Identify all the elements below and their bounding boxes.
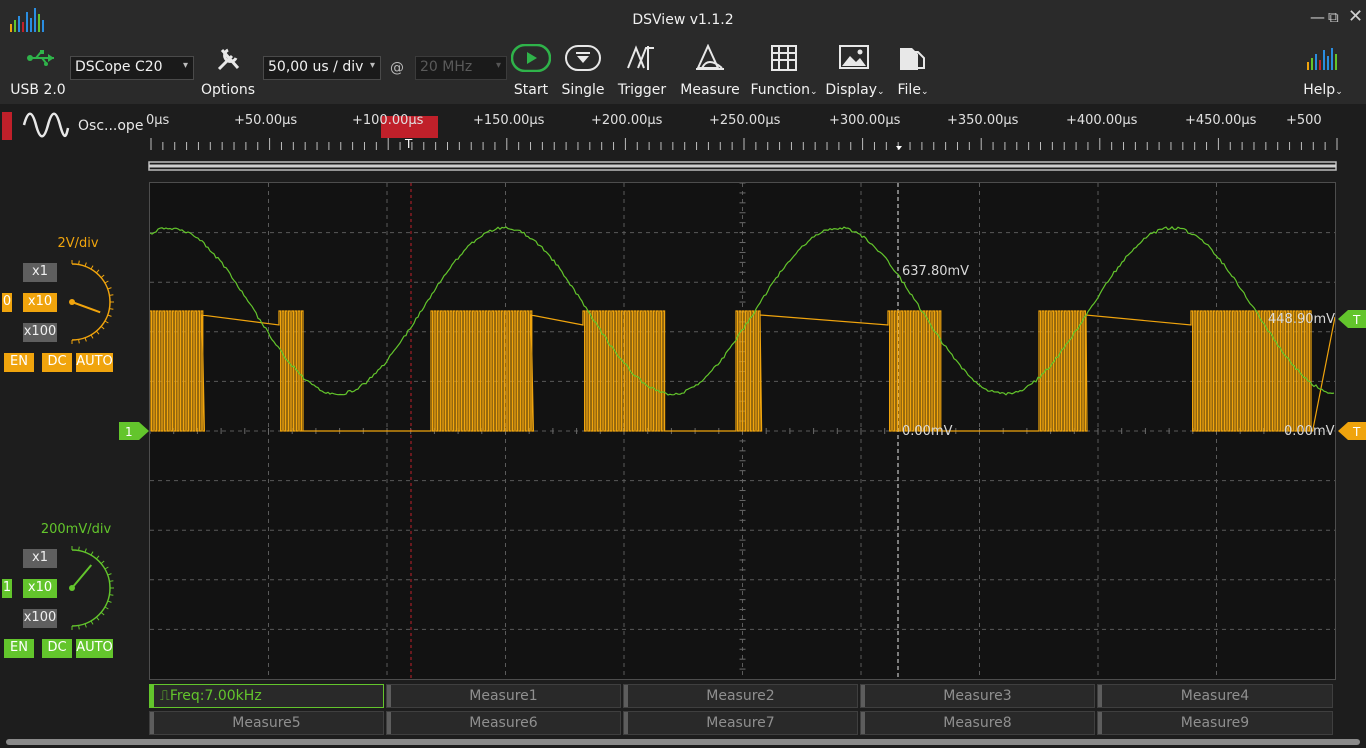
minimize-icon[interactable]: — — [1310, 8, 1325, 26]
ruler-tick-label: +400.00µs — [1066, 113, 1137, 128]
ruler-tick-label: +150.00µs — [473, 113, 544, 128]
chevron-down-icon: ▾ — [496, 60, 501, 71]
play-icon — [511, 44, 551, 72]
single-label: Single — [560, 82, 606, 98]
measure-button[interactable]: Measure — [678, 44, 742, 100]
samplerate-select[interactable]: 20 MHz ▾ — [415, 56, 507, 80]
measure-slot-6[interactable]: Measure6 — [386, 711, 621, 735]
timebase-select[interactable]: 50,00 us / div ▾ — [263, 56, 381, 80]
usb-label: USB 2.0 — [8, 82, 68, 98]
display-icon — [838, 44, 870, 72]
ch0-coupling-button[interactable]: DC — [42, 353, 72, 372]
waveform-display[interactable] — [149, 182, 1336, 680]
channel1-marker-text: 1 — [125, 425, 133, 439]
restore-icon[interactable]: ⧉ — [1328, 8, 1339, 26]
measure-slot-7[interactable]: Measure7 — [623, 711, 858, 735]
channel0-zero-marker[interactable]: T — [1338, 422, 1366, 440]
ruler-tick-label: +500 — [1286, 113, 1322, 128]
display-button[interactable]: Display⌄ — [824, 44, 886, 100]
measure-icon — [694, 44, 726, 72]
trigger-label: Trigger — [614, 82, 670, 98]
svg-text:T: T — [1352, 313, 1361, 327]
timebase-value: 50,00 us / div — [268, 59, 363, 75]
at-symbol: @ — [388, 60, 406, 76]
options-label: Options — [198, 82, 258, 98]
measure-freq-slot[interactable]: ⎍Freq:7.00kHz — [149, 684, 384, 708]
start-button[interactable]: Start — [508, 44, 554, 100]
ch0-enable-button[interactable]: EN — [4, 353, 34, 372]
measure-slot-2[interactable]: Measure2 — [623, 684, 858, 708]
ch0-auto-button[interactable]: AUTO — [76, 353, 113, 372]
ch0-vdiv-label: 2V/div — [48, 236, 108, 251]
ruler-ticks: T — [0, 136, 1366, 176]
function-label: Function⌄ — [750, 82, 818, 98]
measure-slot-4[interactable]: Measure4 — [1097, 684, 1333, 708]
measure-slot-8[interactable]: Measure8 — [860, 711, 1095, 735]
cursor-label-yellow-level: 448.90mV — [1268, 312, 1335, 327]
ruler-tick-label: +250.00µs — [709, 113, 780, 128]
trigger-button[interactable]: Trigger — [614, 44, 670, 100]
ruler-tick-label: +450.00µs — [1185, 113, 1256, 128]
channel1-offset-marker[interactable]: 1 — [119, 422, 149, 440]
ruler-tick-label: +200.00µs — [591, 113, 662, 128]
ch1-id-tag: 1 — [2, 579, 12, 598]
cursor-label-zero-b: 0.00mV — [1284, 424, 1335, 439]
help-label: Help⌄ — [1298, 82, 1348, 98]
function-button[interactable]: Function⌄ — [750, 44, 818, 100]
ch0-probe-x1[interactable]: x1 — [23, 263, 57, 282]
svg-text:T: T — [1352, 425, 1361, 439]
start-label: Start — [508, 82, 554, 98]
window-title: DSView v1.1.2 — [0, 12, 1366, 28]
file-label: File⌄ — [890, 82, 936, 98]
options-button[interactable]: Options — [198, 44, 258, 100]
horizontal-scrollbar[interactable] — [6, 739, 1360, 745]
single-shot-icon — [565, 44, 601, 72]
samplerate-value: 20 MHz — [420, 59, 472, 75]
cursor-label-zero-a: 0.00mV — [902, 424, 953, 439]
ch1-probe-x100[interactable]: x100 — [23, 609, 57, 628]
ch1-coupling-button[interactable]: DC — [42, 639, 72, 658]
measure-label: Measure — [678, 82, 742, 98]
ruler-tick-label: +300.00µs — [829, 113, 900, 128]
pulse-icon: ⎍ — [160, 688, 170, 704]
ruler-tick-label: +350.00µs — [947, 113, 1018, 128]
trigger-icon — [626, 44, 658, 72]
ruler-tick-label: +100.00µs — [352, 113, 423, 128]
ch1-auto-button[interactable]: AUTO — [76, 639, 113, 658]
measure-slot-9[interactable]: Measure9 — [1097, 711, 1333, 735]
mode-label: Osc...ope — [78, 118, 143, 134]
trigger-marker-text: T — [404, 137, 413, 151]
measure-slot-5[interactable]: Measure5 — [149, 711, 384, 735]
cursor-label-green-peak: 637.80mV — [902, 264, 969, 279]
ch0-id-tag: 0 — [2, 293, 12, 312]
file-button[interactable]: File⌄ — [890, 44, 936, 100]
chevron-down-icon: ▾ — [370, 60, 375, 71]
device-select-value: DSCope C20 — [75, 59, 163, 75]
measure-slot-1[interactable]: Measure1 — [386, 684, 621, 708]
display-label: Display⌄ — [824, 82, 886, 98]
chevron-down-icon: ▾ — [183, 60, 188, 71]
usb-icon — [26, 48, 56, 72]
close-icon[interactable]: ✕ — [1348, 6, 1363, 27]
function-icon — [770, 44, 798, 72]
ruler-tick-label: +50.00µs — [234, 113, 297, 128]
file-icon — [896, 44, 926, 72]
wrench-icon — [214, 44, 244, 74]
device-select[interactable]: DSCope C20 ▾ — [70, 56, 194, 80]
ch1-vdiv-label: 200mV/div — [36, 522, 116, 537]
ch1-probe-x10[interactable]: x10 — [23, 579, 57, 598]
ch0-probe-x100[interactable]: x100 — [23, 323, 57, 342]
channel0-trigger-level-marker[interactable]: T — [1338, 310, 1366, 328]
help-button[interactable]: Help⌄ — [1298, 44, 1348, 100]
single-button[interactable]: Single — [560, 44, 606, 100]
measure-freq-value: Freq:7.00kHz — [170, 688, 262, 704]
measure-slot-3[interactable]: Measure3 — [860, 684, 1095, 708]
ch1-enable-button[interactable]: EN — [4, 639, 34, 658]
ruler-tick-label: 0µs — [146, 113, 169, 128]
ch0-probe-x10[interactable]: x10 — [23, 293, 57, 312]
help-logo-icon — [1305, 46, 1341, 72]
ch1-probe-x1[interactable]: x1 — [23, 549, 57, 568]
